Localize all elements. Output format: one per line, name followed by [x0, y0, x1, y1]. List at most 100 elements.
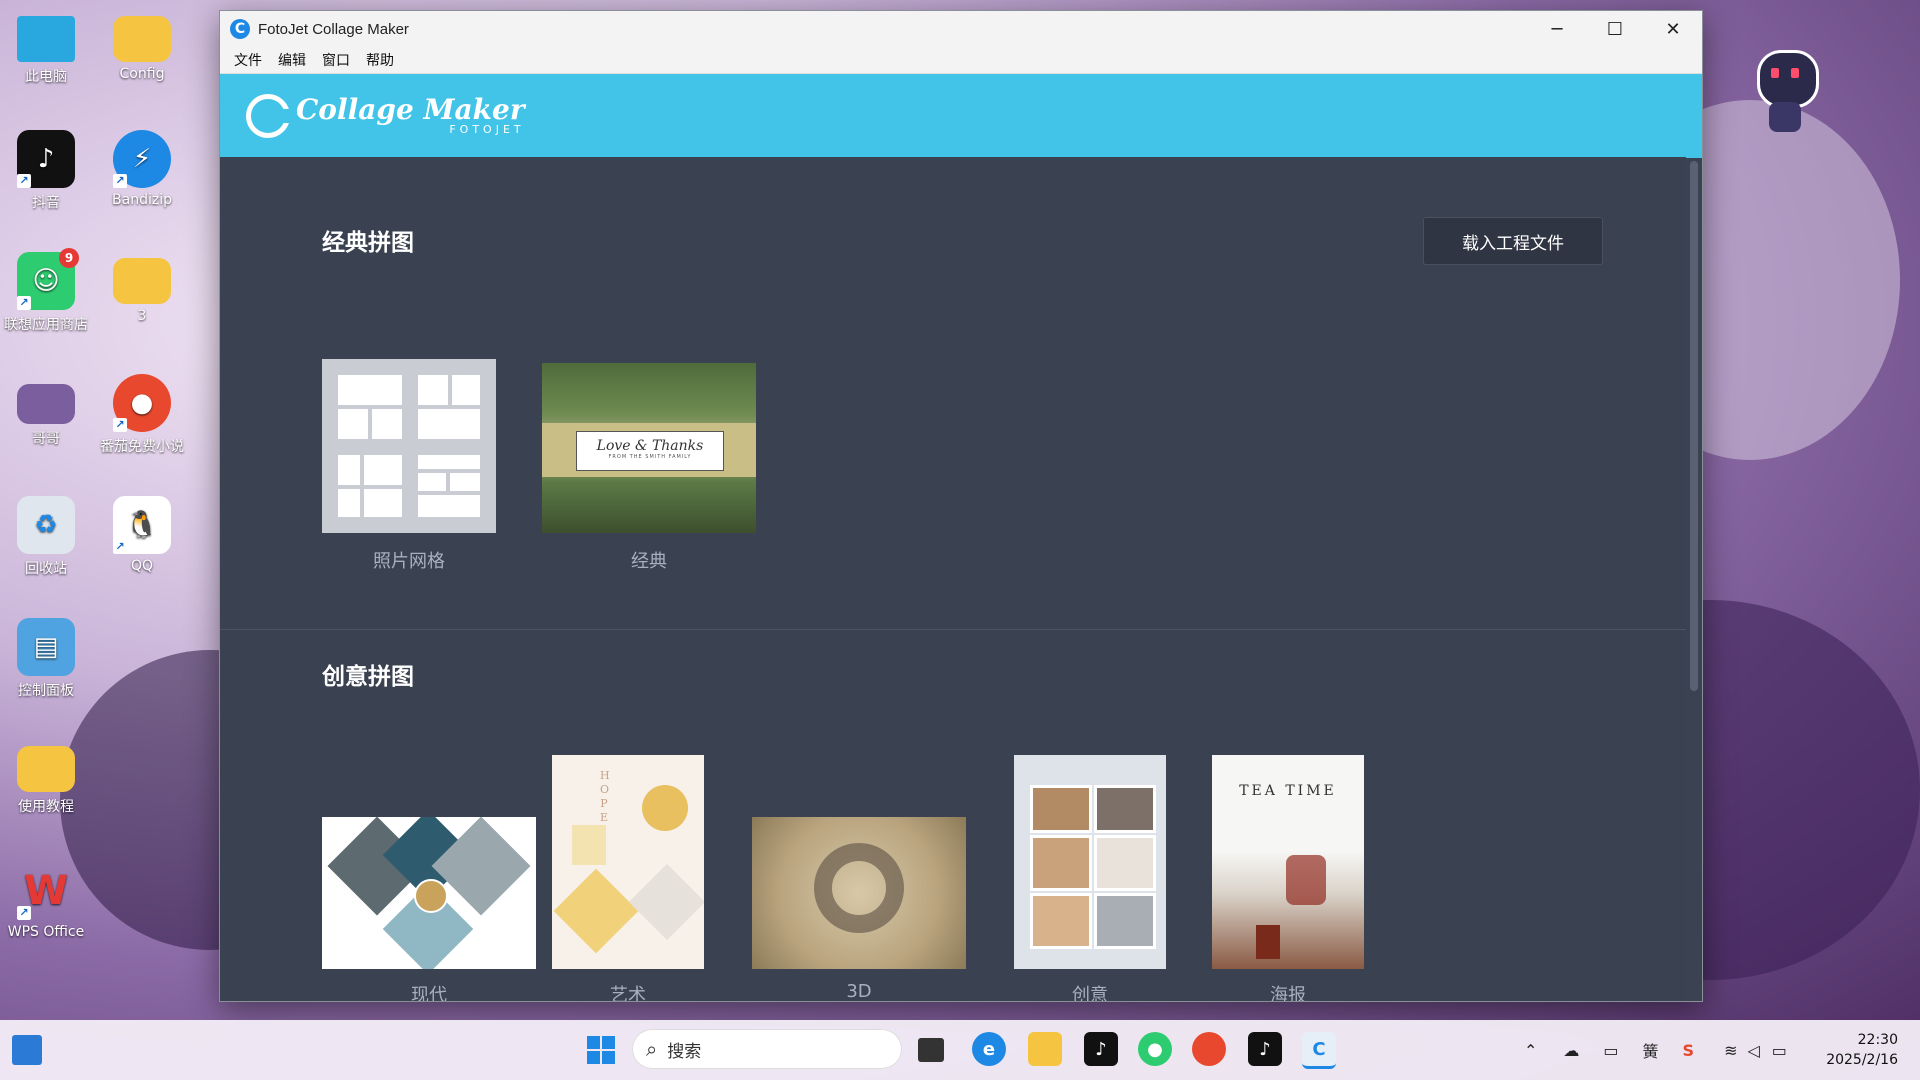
control-panel-icon: ▤: [17, 618, 75, 676]
desktop-icon-lenovo-store[interactable]: ☺ ↗ 9 联想应用商店: [0, 248, 92, 334]
edge-browser-icon[interactable]: e: [972, 1032, 1006, 1066]
menu-file[interactable]: 文件: [226, 50, 270, 70]
logo-c-icon: [246, 94, 291, 138]
taskbar: ⌕ 搜索 e ♪ ● ♪ C ⌃ ☁ ▭ 簧 S ≋ ◁ ▭ 22:30 202…: [0, 1020, 1920, 1080]
content-scrollbar[interactable]: [1690, 161, 1698, 691]
desktop-icon-bandizip[interactable]: ⚡ ↗ Bandizip: [96, 130, 188, 208]
system-tray: ⌃ ☁ ▭ 簧 S ≋ ◁ ▭: [1510, 1020, 1793, 1080]
main-content: 载入工程文件 经典拼图 照片网格 Love & Thanks FROM THE …: [220, 157, 1686, 1001]
desktop-icon-recycle-bin[interactable]: ♻ 回收站: [0, 496, 92, 578]
desktop-icon-label: QQ: [130, 558, 154, 574]
menu-edit[interactable]: 编辑: [270, 50, 314, 70]
app-window: C FotoJet Collage Maker ─ ☐ ✕ 文件 编辑 窗口 帮…: [219, 10, 1703, 1002]
template-card-3d[interactable]: 3D: [752, 817, 966, 1001]
image-icon: [17, 384, 75, 424]
template-label: 照片网格: [373, 551, 445, 572]
wechat-icon[interactable]: ●: [1138, 1032, 1172, 1066]
load-project-button[interactable]: 载入工程文件: [1423, 217, 1603, 265]
desktop-icon-label: 3: [137, 308, 147, 324]
menu-window[interactable]: 窗口: [314, 50, 358, 70]
desktop-icon-label: Config: [119, 66, 165, 82]
mascot-widget-icon[interactable]: [1745, 40, 1825, 140]
novel-app-icon[interactable]: [1192, 1032, 1226, 1066]
start-windows-icon[interactable]: [584, 1033, 618, 1067]
volume-icon[interactable]: ◁: [1747, 1041, 1759, 1060]
template-label: 现代: [411, 985, 447, 1002]
template-label: 海报: [1270, 985, 1306, 1002]
app-logo: Collage Maker FOTOJET: [296, 96, 525, 136]
desktop-icon-label: Bandizip: [112, 192, 172, 208]
file-explorer-icon[interactable]: [1028, 1032, 1062, 1066]
poster-thumbnail: TEA TIME: [1212, 755, 1364, 969]
template-card-classic[interactable]: Love & Thanks FROM THE SMITH FAMILY 经典: [542, 363, 756, 579]
desktop-icon-wps[interactable]: W ↗ WPS Office: [0, 862, 92, 940]
folder-icon: [113, 258, 171, 304]
wps-icon: W ↗: [17, 862, 75, 920]
desktop-icon-control-panel[interactable]: ▤ 控制面板: [0, 618, 92, 700]
template-card-modern[interactable]: 现代: [322, 817, 536, 1001]
desktop-icon-douyin[interactable]: ♪ ↗ 抖音: [0, 130, 92, 212]
maximize-button[interactable]: ☐: [1586, 11, 1644, 47]
section-divider: [220, 629, 1686, 630]
desktop-icon-qq[interactable]: 🐧 ↗ QQ: [96, 496, 188, 574]
ime-indicator[interactable]: 簧: [1643, 1038, 1659, 1062]
battery-icon[interactable]: ▭: [1772, 1041, 1787, 1060]
menu-bar: 文件 编辑 窗口 帮助: [220, 47, 1702, 74]
taskbar-search[interactable]: ⌕ 搜索: [632, 1029, 902, 1069]
tablet-mode-icon[interactable]: ▭: [1603, 1041, 1618, 1060]
wifi-icon[interactable]: ≋: [1724, 1041, 1737, 1060]
search-icon: ⌕: [646, 1037, 658, 1061]
art-thumbnail: HOPE: [552, 755, 704, 969]
template-label: 经典: [631, 551, 667, 572]
desktop-icon-folder-3[interactable]: 3: [96, 252, 188, 324]
template-card-art[interactable]: HOPE 艺术: [552, 755, 704, 1001]
fotojet-taskbar-icon[interactable]: C: [1302, 1032, 1336, 1069]
chevron-up-icon[interactable]: ⌃: [1524, 1041, 1537, 1060]
menu-help[interactable]: 帮助: [358, 50, 402, 70]
clock-time: 22:30: [1857, 1032, 1898, 1048]
modern-thumbnail: [322, 817, 536, 969]
close-button[interactable]: ✕: [1644, 11, 1702, 47]
recycle-bin-icon: ♻: [17, 496, 75, 554]
folder-icon: [113, 16, 171, 62]
desktop-icon-label: 使用教程: [18, 799, 74, 815]
system-clock[interactable]: 22:30 2025/2/16: [1826, 1030, 1898, 1070]
sogou-icon[interactable]: S: [1683, 1041, 1695, 1060]
template-label: 艺术: [610, 985, 646, 1002]
fotojet-app-icon: C: [230, 19, 250, 39]
header-banner: Collage Maker FOTOJET: [220, 74, 1702, 158]
qq-icon: 🐧 ↗: [113, 496, 171, 554]
template-label: 创意: [1072, 985, 1108, 1002]
desktop-icon-config[interactable]: Config: [96, 10, 188, 82]
title-bar: C FotoJet Collage Maker ─ ☐ ✕: [220, 11, 1702, 47]
minimize-button[interactable]: ─: [1528, 11, 1586, 47]
template-card-photo-grid[interactable]: 照片网格: [322, 359, 496, 579]
template-card-creative[interactable]: 创意: [1014, 755, 1166, 1001]
cloud-offline-icon[interactable]: ☁: [1563, 1041, 1579, 1060]
desktop-icon-label: 番茄免费小说: [100, 439, 184, 455]
template-card-poster[interactable]: TEA TIME 海报: [1212, 755, 1364, 1001]
desktop-icon-label: 回收站: [25, 561, 67, 577]
creative-thumbnail: [1014, 755, 1166, 969]
classic-caption: Love & Thanks: [596, 438, 704, 454]
desktop-icon-label: WPS Office: [7, 924, 85, 940]
desktop-icon-novel[interactable]: ● ↗ 番茄免费小说: [96, 374, 188, 456]
desktop-icon-label: 抖音: [32, 195, 60, 211]
section-title-classic: 经典拼图: [322, 230, 414, 256]
photo-grid-thumbnail: [322, 359, 496, 533]
desktop-icon-this-pc[interactable]: 此电脑: [0, 10, 92, 86]
folder-icon: [17, 746, 75, 792]
logo-main-text: Collage Maker: [296, 93, 525, 126]
window-title: FotoJet Collage Maker: [258, 20, 409, 38]
widgets-icon[interactable]: [12, 1035, 42, 1065]
task-view-icon[interactable]: [918, 1038, 944, 1062]
bandizip-icon: ⚡ ↗: [113, 130, 171, 188]
desktop-icon-label: 联想应用商店: [4, 317, 88, 333]
tiktok-icon[interactable]: ♪: [1084, 1032, 1118, 1066]
classic-subcaption: FROM THE SMITH FAMILY: [608, 454, 692, 460]
search-placeholder: 搜索: [667, 1041, 702, 1062]
desktop-icon-label: 哥哥: [32, 431, 60, 447]
desktop-icon-gege[interactable]: 哥哥: [0, 374, 92, 448]
desktop-icon-tutorial[interactable]: 使用教程: [0, 740, 92, 816]
tiktok-icon[interactable]: ♪: [1248, 1032, 1282, 1066]
